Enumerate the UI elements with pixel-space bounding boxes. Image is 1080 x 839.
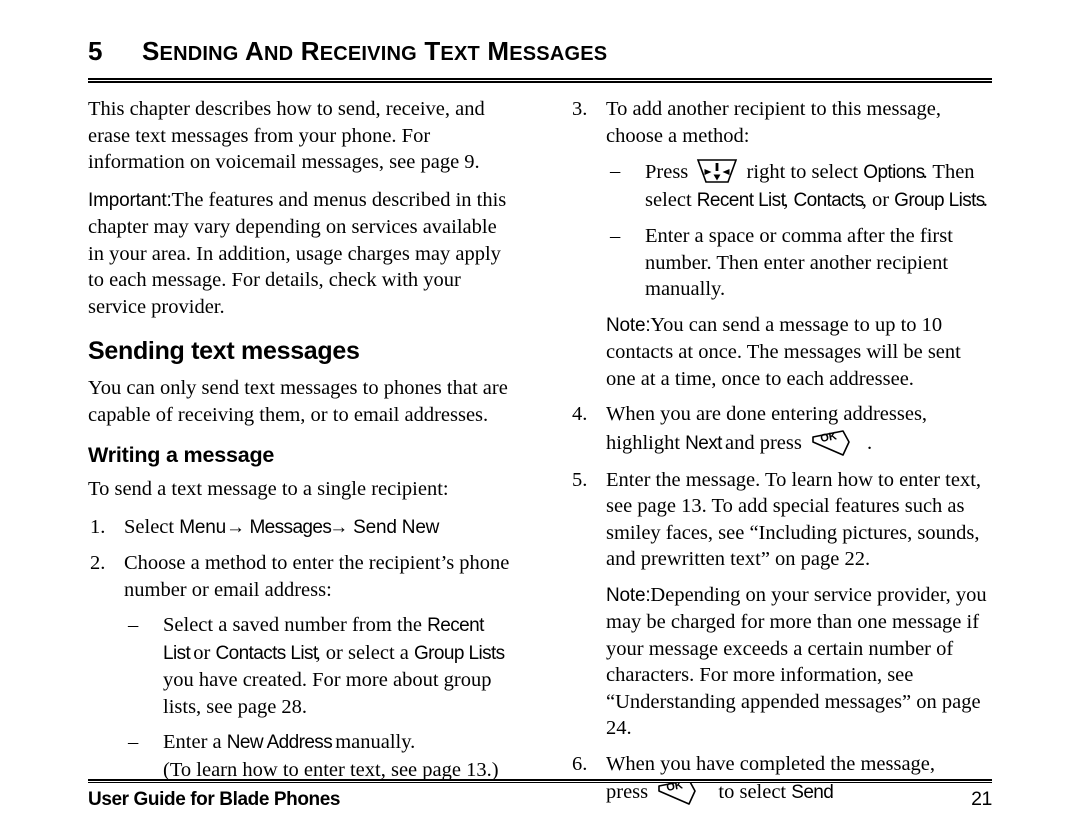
title-part-1-rest: ENDING xyxy=(159,43,239,65)
nav-key-icon xyxy=(696,158,738,184)
page-header: 5 SENDING AND RECEIVING TEXT MESSAGES xyxy=(88,36,992,67)
note-label-2: Note: xyxy=(606,584,651,606)
list-item-sub-bullet-1: – Select a saved number from the Recent … xyxy=(88,612,510,720)
list-item-step-5: 5. Enter the message. To learn how to en… xyxy=(570,467,992,573)
step-1-marker: 1. xyxy=(90,515,106,538)
footer-guide-title: User Guide for Blade Phones xyxy=(88,789,341,810)
step-1-content: Select Menu→ Messages→ Send New xyxy=(124,514,510,542)
title-part-4-rest: EXT xyxy=(440,43,480,65)
group-lists-label-right: Group Lists xyxy=(894,189,985,211)
menu-label: Menu xyxy=(179,516,226,538)
important-paragraph: Important:The features and menus describ… xyxy=(88,187,510,321)
note-paragraph-1: Note:You can send a message to up to 10 … xyxy=(570,312,992,393)
dash-marker-2: – xyxy=(128,731,139,753)
arrow-icon-2: → xyxy=(329,516,349,538)
title-part-2: A xyxy=(245,36,264,66)
group-lists-label: Group Lists xyxy=(414,642,505,664)
subsection-heading-writing-a-message: Writing a message xyxy=(88,443,275,467)
section-heading-sending-text-messages: Sending text messages xyxy=(88,337,360,365)
sub2-part2: manually. xyxy=(330,731,416,753)
title-part-1: S xyxy=(142,36,160,66)
right-column: 3. To add another recipient to this mess… xyxy=(570,96,992,816)
two-column-body: This chapter describes how to send, rece… xyxy=(88,96,992,816)
step-4-marker: 4. xyxy=(572,403,588,425)
sub3a-part4: , xyxy=(783,188,794,211)
note-text-1: You can send a message to up to 10 conta… xyxy=(606,313,961,390)
footer-divider xyxy=(88,779,992,783)
list-item-step-4: 4. When you are done entering addresses,… xyxy=(570,401,992,458)
document-page: 5 SENDING AND RECEIVING TEXT MESSAGES Th… xyxy=(0,0,1080,839)
new-address-label: New Address xyxy=(226,732,333,753)
intro-paragraph: This chapter describes how to send, rece… xyxy=(88,98,485,173)
step4-part3: . xyxy=(866,431,873,454)
subsection-lead-text: To send a text message to a single recip… xyxy=(88,478,449,500)
sub2-part3: (To learn how to enter text, see page 13… xyxy=(163,758,499,781)
title-part-3: R xyxy=(300,36,320,66)
messages-label: Messages xyxy=(244,516,332,538)
section-paragraph: You can only send text messages to phone… xyxy=(88,377,508,426)
page-footer: User Guide for Blade Phones 21 xyxy=(88,788,992,811)
step-5-marker: 5. xyxy=(572,468,588,491)
sub-bullet-1-content: Select a saved number from the Recent Li… xyxy=(163,612,510,720)
important-label: Important: xyxy=(88,189,172,211)
note-text-2: Depending on your service provider, you … xyxy=(606,583,987,740)
ok-key-icon: OK xyxy=(810,428,864,458)
sub-bullet-3a-content: Press right to select Options. Then sele… xyxy=(645,158,992,214)
list-item-sub-bullet-3b: – Enter a space or comma after the first… xyxy=(570,223,992,303)
title-part-5-rest: ESSAGES xyxy=(509,43,608,65)
step6-part1: When you have completed the message, xyxy=(606,752,936,775)
sub-bullet-3b-content: Enter a space or comma after the first n… xyxy=(645,225,953,300)
sub3a-part2: right to select xyxy=(741,161,864,183)
step-3-content: To add another recipient to this message… xyxy=(606,98,942,147)
contacts-list-label: Contacts List xyxy=(215,642,319,664)
list-item-step-1: 1. Select Menu→ Messages→ Send New xyxy=(88,514,510,542)
step-4-content: When you are done entering addresses, hi… xyxy=(606,401,992,458)
sub1-part3: , or select a xyxy=(315,641,414,664)
chapter-number: 5 xyxy=(88,36,103,66)
header-divider xyxy=(88,78,992,83)
step-2-marker: 2. xyxy=(90,552,106,574)
sub1-part4: you have created. For more about group l… xyxy=(163,669,492,718)
arrow-icon-1: → xyxy=(225,516,245,538)
page-title: SENDING AND RECEIVING TEXT MESSAGES xyxy=(142,36,607,67)
sub3a-part6: . xyxy=(982,188,988,211)
step-3-marker: 3. xyxy=(572,98,588,120)
send-new-label: Send New xyxy=(348,516,440,538)
options-label: Options xyxy=(863,162,925,183)
page-number: 21 xyxy=(971,788,992,810)
list-item-sub-bullet-3a: – Press right to select Options. Then se… xyxy=(570,158,992,214)
sub3a-part5: , or xyxy=(861,188,895,211)
step-1-text-before: Select xyxy=(124,515,180,538)
list-item-sub-bullet-2: – Enter a New Address manually. (To learn… xyxy=(88,729,510,783)
sub3a-part1: Press xyxy=(645,161,694,183)
title-part-3-rest: ECEIVING xyxy=(319,43,417,65)
title-part-4: T xyxy=(424,36,441,66)
sub-bullet-2-content: Enter a New Address manually. (To learn h… xyxy=(163,729,510,783)
chapter-heading: 5 SENDING AND RECEIVING TEXT MESSAGES xyxy=(88,36,992,67)
contacts-label: Contacts xyxy=(793,189,865,211)
title-part-2-rest: ND xyxy=(263,43,294,65)
step4-part2: and press xyxy=(719,431,807,454)
list-item-step-3: 3. To add another recipient to this mess… xyxy=(570,96,992,149)
dash-marker-3a: – xyxy=(610,160,621,182)
sub1-part1: Select a saved number from the xyxy=(163,614,428,636)
note-paragraph-2: Note:Depending on your service provider,… xyxy=(570,582,992,742)
next-label: Next xyxy=(685,432,722,454)
step-2-content: Choose a method to enter the recipient’s… xyxy=(124,552,510,601)
sub1-part2: or xyxy=(188,641,216,664)
note-label-1: Note: xyxy=(606,314,651,336)
left-column: This chapter describes how to send, rece… xyxy=(88,96,510,816)
sub2-part1: Enter a xyxy=(163,731,227,753)
dash-marker-1: – xyxy=(128,614,139,636)
title-part-5: M xyxy=(487,36,510,66)
list-item-step-2: 2. Choose a method to enter the recipien… xyxy=(88,550,510,603)
dash-marker-3b: – xyxy=(610,225,621,247)
recent-list-label-right: Recent List xyxy=(696,189,786,211)
step-5-content: Enter the message. To learn how to enter… xyxy=(606,468,982,571)
